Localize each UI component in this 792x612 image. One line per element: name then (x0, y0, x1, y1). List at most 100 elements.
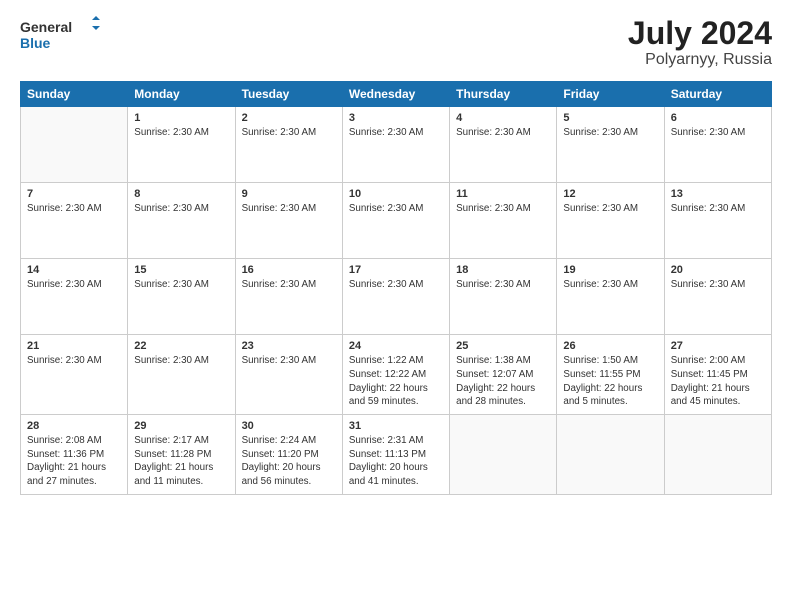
day-number: 4 (456, 112, 550, 124)
day-number: 20 (671, 264, 765, 276)
table-cell: 17 Sunrise: 2:30 AM (342, 259, 449, 335)
table-cell: 18 Sunrise: 2:30 AM (450, 259, 557, 335)
logo-svg: General Blue (20, 16, 100, 52)
day-number: 25 (456, 340, 550, 352)
table-cell: 31 Sunrise: 2:31 AMSunset: 11:13 PMDaylig… (342, 415, 449, 495)
day-info: Sunrise: 2:30 AM (242, 278, 336, 292)
day-number: 24 (349, 340, 443, 352)
table-cell: 28Sunrise: 2:08 AMSunset: 11:36 PMDaylig… (21, 415, 128, 495)
day-info: Sunrise: 2:30 AM (671, 202, 765, 216)
day-info: Sunrise: 2:30 AM (563, 278, 657, 292)
day-number: 8 (134, 188, 228, 200)
col-saturday: Saturday (664, 82, 771, 107)
table-cell: 9Sunrise: 2:30 AM (235, 183, 342, 259)
table-cell: 16 Sunrise: 2:30 AM (235, 259, 342, 335)
day-info: Sunrise: 2:30 AM (456, 278, 550, 292)
day-info: Sunrise: 2:30 AM (27, 202, 121, 216)
table-cell: 4 Sunrise: 2:30 AM (450, 107, 557, 183)
day-info: Sunrise: 2:30 AM (349, 278, 443, 292)
col-tuesday: Tuesday (235, 82, 342, 107)
table-cell: 30Sunrise: 2:24 AMSunset: 11:20 PMDaylig… (235, 415, 342, 495)
table-cell (21, 107, 128, 183)
day-info: Sunrise: 2:30 AM (456, 126, 550, 140)
day-number: 1 (134, 112, 228, 124)
week-row-4: 28Sunrise: 2:08 AMSunset: 11:36 PMDaylig… (21, 415, 772, 495)
location-title: Polyarnyy, Russia (628, 51, 772, 69)
month-title: July 2024 (628, 16, 772, 51)
table-cell: 20 Sunrise: 2:30 AM (664, 259, 771, 335)
day-info: Sunrise: 2:30 AM (242, 126, 336, 140)
day-info: Sunrise: 2:30 AM (456, 202, 550, 216)
table-cell: 21 Sunrise: 2:30 AM (21, 335, 128, 415)
day-info: Sunrise: 2:30 AM (134, 126, 228, 140)
day-info: Sunrise: 2:30 AM (671, 126, 765, 140)
day-info: Sunrise: 2:30 AM (671, 278, 765, 292)
col-monday: Monday (128, 82, 235, 107)
table-cell: 11 Sunrise: 2:30 AM (450, 183, 557, 259)
title-block: July 2024 Polyarnyy, Russia (628, 16, 772, 69)
svg-text:General: General (20, 19, 72, 35)
day-info: Sunrise: 1:50 AMSunset: 11:55 PMDaylight… (563, 354, 657, 409)
day-info: Sunrise: 1:22 AMSunset: 12:22 AMDaylight… (349, 354, 443, 409)
svg-text:Blue: Blue (20, 35, 51, 51)
col-sunday: Sunday (21, 82, 128, 107)
table-cell: 24 Sunrise: 1:22 AMSunset: 12:22 AMDaylig… (342, 335, 449, 415)
table-cell: 19Sunrise: 2:30 AM (557, 259, 664, 335)
col-wednesday: Wednesday (342, 82, 449, 107)
table-cell: 2Sunrise: 2:30 AM (235, 107, 342, 183)
table-cell: 14Sunrise: 2:30 AM (21, 259, 128, 335)
calendar-table: Sunday Monday Tuesday Wednesday Thursday… (20, 81, 772, 495)
day-number: 21 (27, 340, 121, 352)
day-info: Sunrise: 2:30 AM (27, 354, 121, 368)
table-cell: 26 Sunrise: 1:50 AMSunset: 11:55 PMDaylig… (557, 335, 664, 415)
header-row: Sunday Monday Tuesday Wednesday Thursday… (21, 82, 772, 107)
page: General Blue July 2024 Polyarnyy, Russia… (0, 0, 792, 612)
day-info: Sunrise: 2:30 AM (134, 278, 228, 292)
table-cell: 13 Sunrise: 2:30 AM (664, 183, 771, 259)
day-number: 7 (27, 188, 121, 200)
table-cell (664, 415, 771, 495)
table-cell: 5 Sunrise: 2:30 AM (557, 107, 664, 183)
table-cell: 15 Sunrise: 2:30 AM (128, 259, 235, 335)
day-number: 15 (134, 264, 228, 276)
day-number: 16 (242, 264, 336, 276)
table-cell: 22 Sunrise: 2:30 AM (128, 335, 235, 415)
day-info: Sunrise: 2:30 AM (563, 202, 657, 216)
day-number: 31 (349, 420, 443, 432)
day-number: 13 (671, 188, 765, 200)
table-cell: 23Sunrise: 2:30 AM (235, 335, 342, 415)
day-info: Sunrise: 2:30 AM (134, 202, 228, 216)
day-number: 12 (563, 188, 657, 200)
day-number: 3 (349, 112, 443, 124)
col-thursday: Thursday (450, 82, 557, 107)
table-cell: 10Sunrise: 2:30 AM (342, 183, 449, 259)
table-cell (450, 415, 557, 495)
day-info: Sunrise: 2:30 AM (349, 126, 443, 140)
day-info: Sunrise: 2:30 AM (563, 126, 657, 140)
day-info: Sunrise: 2:00 AMSunset: 11:45 PMDaylight… (671, 354, 765, 409)
week-row-1: 7 Sunrise: 2:30 AM 8 Sunrise: 2:30 AM 9Sunri… (21, 183, 772, 259)
week-row-0: 1Sunrise: 2:30 AM2Sunrise: 2:30 AM3Sunri… (21, 107, 772, 183)
table-cell: 3 Sunrise: 2:30 AM (342, 107, 449, 183)
table-cell: 12 Sunrise: 2:30 AM (557, 183, 664, 259)
day-number: 27 (671, 340, 765, 352)
day-number: 18 (456, 264, 550, 276)
day-number: 28 (27, 420, 121, 432)
day-info: Sunrise: 2:31 AMSunset: 11:13 PMDaylight… (349, 434, 443, 489)
day-info: Sunrise: 2:17 AMSunset: 11:28 PMDaylight… (134, 434, 228, 489)
day-number: 22 (134, 340, 228, 352)
table-cell: 7 Sunrise: 2:30 AM (21, 183, 128, 259)
day-info: Sunrise: 2:30 AM (349, 202, 443, 216)
day-number: 29 (134, 420, 228, 432)
week-row-2: 14Sunrise: 2:30 AM 15 Sunrise: 2:30 AM 16 Su… (21, 259, 772, 335)
col-friday: Friday (557, 82, 664, 107)
day-number: 26 (563, 340, 657, 352)
day-info: Sunrise: 2:30 AM (134, 354, 228, 368)
day-number: 11 (456, 188, 550, 200)
table-cell: 29 Sunrise: 2:17 AMSunset: 11:28 PMDaylig… (128, 415, 235, 495)
table-cell: 25 Sunrise: 1:38 AMSunset: 12:07 AMDaylig… (450, 335, 557, 415)
day-number: 5 (563, 112, 657, 124)
day-info: Sunrise: 1:38 AMSunset: 12:07 AMDaylight… (456, 354, 550, 409)
day-number: 17 (349, 264, 443, 276)
day-number: 30 (242, 420, 336, 432)
